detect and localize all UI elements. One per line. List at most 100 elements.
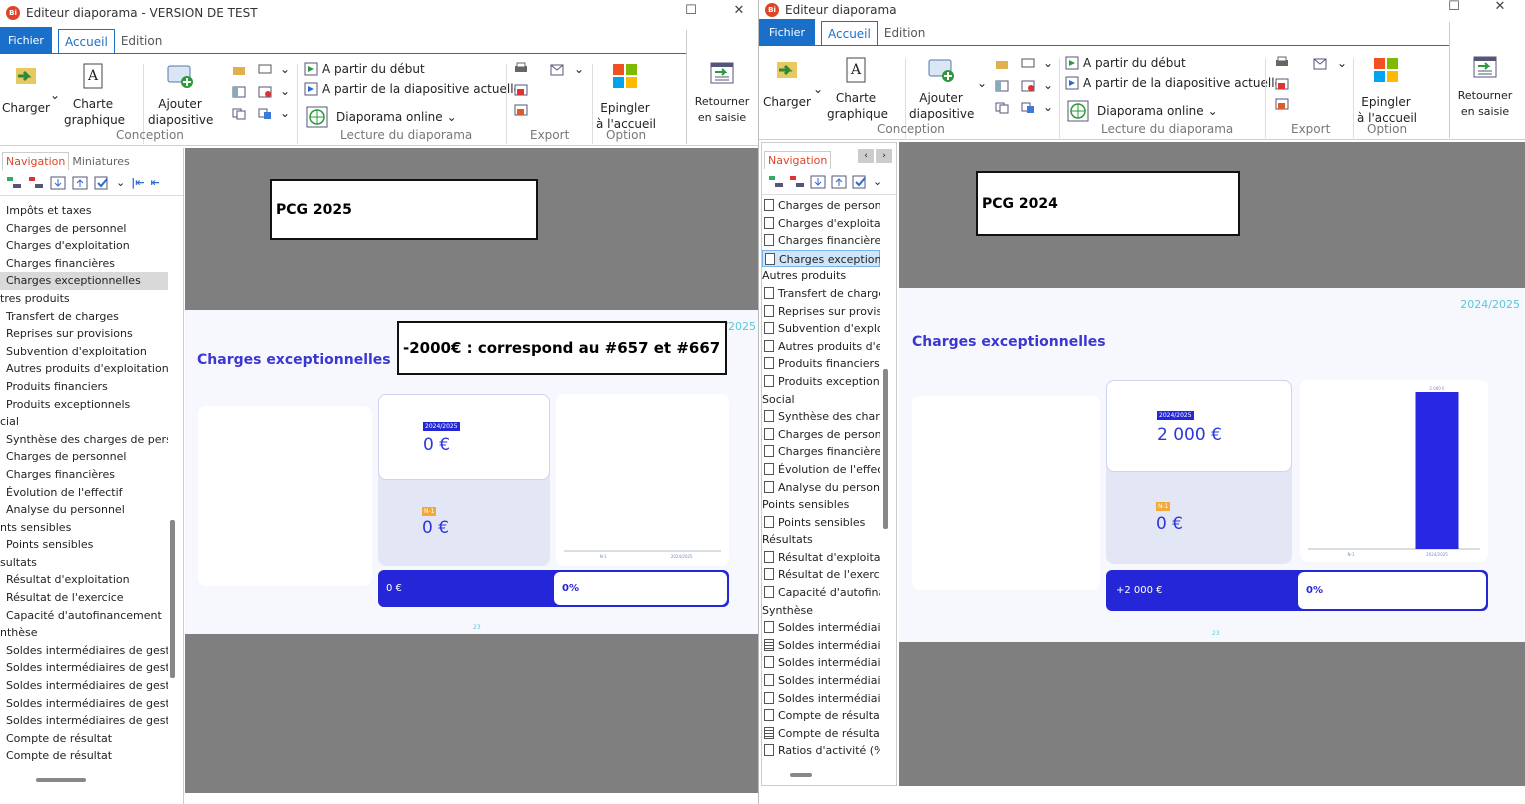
- tab-navigation[interactable]: Navigation: [2, 152, 70, 170]
- dropdown-icon[interactable]: ⌄: [1043, 100, 1053, 114]
- pdf-export-icon[interactable]: [1275, 78, 1289, 90]
- nav-item[interactable]: Évolution de l'effectif: [0, 484, 168, 502]
- pdf-export-icon[interactable]: [514, 84, 528, 96]
- email-export-icon[interactable]: [550, 64, 564, 76]
- nav-item[interactable]: Synthèse des charges de perso: [0, 431, 168, 449]
- tab-fichier[interactable]: Fichier: [0, 27, 52, 53]
- nav-item[interactable]: Reprises sur provis: [762, 303, 880, 321]
- nav-item[interactable]: Charges de personnel: [0, 220, 168, 238]
- nav-item[interactable]: Produits exceptionnels: [0, 396, 168, 414]
- charger-button[interactable]: Charger: [763, 56, 811, 110]
- nav-item[interactable]: cial: [0, 413, 168, 431]
- nav-item[interactable]: Points sensibles: [762, 514, 880, 532]
- charger-dropdown[interactable]: ⌄: [50, 88, 60, 102]
- charger-dropdown[interactable]: ⌄: [813, 82, 823, 96]
- vertical-scrollbar[interactable]: [883, 369, 888, 529]
- nav-item[interactable]: Compte de résulta: [762, 707, 880, 725]
- nav-item[interactable]: Résultat de l'exerc: [762, 566, 880, 584]
- nav-item[interactable]: Soldes intermédiaires de gesti: [0, 642, 168, 660]
- epingler-button[interactable]: Epingler à l'accueil: [596, 62, 656, 132]
- copy-icon[interactable]: [995, 102, 1009, 114]
- nav-item[interactable]: Soldes intermédiaires de gesti: [0, 677, 168, 695]
- delete-slide-icon[interactable]: [1021, 80, 1035, 92]
- move-down-icon[interactable]: [50, 176, 66, 190]
- nav-item[interactable]: Résultats: [762, 531, 880, 549]
- nav-item[interactable]: Transfert de charge: [762, 285, 880, 303]
- nav-item[interactable]: Impôts et taxes: [0, 202, 168, 220]
- tab-accueil[interactable]: Accueil: [821, 21, 878, 45]
- apartir-actuelle-button[interactable]: A partir de la diapositive actuelle: [304, 82, 521, 96]
- copy-icon[interactable]: [232, 108, 246, 120]
- ppt-export-icon[interactable]: [1275, 98, 1289, 110]
- nav-item[interactable]: Produits exception: [762, 373, 880, 391]
- collapse-icon[interactable]: ⇤: [150, 176, 159, 189]
- nav-item[interactable]: Charges d'exploita: [762, 215, 880, 233]
- apartir-actuelle-button[interactable]: A partir de la diapositive actuelle: [1065, 76, 1282, 90]
- nav-item[interactable]: Évolution de l'effec: [762, 461, 880, 479]
- retourner-saisie-button[interactable]: Retourner en saisie: [692, 60, 752, 126]
- nav-item[interactable]: Charges de person: [762, 197, 880, 215]
- nav-item[interactable]: Charges de person: [762, 426, 880, 444]
- close-button[interactable]: ✕: [732, 4, 746, 18]
- nav-item[interactable]: Charges exceptionnelles: [0, 272, 168, 290]
- folder-icon[interactable]: [232, 64, 246, 76]
- layout-icon[interactable]: [995, 80, 1009, 92]
- maximize-button[interactable]: ☐: [1447, 0, 1461, 14]
- chevron-down-icon[interactable]: ⌄: [116, 176, 125, 189]
- nav-item[interactable]: Soldes intermédiaires de gesti: [0, 695, 168, 713]
- apartir-debut-button[interactable]: A partir du début: [304, 62, 425, 76]
- nav-item[interactable]: Capacité d'autofina: [762, 584, 880, 602]
- delete-slide-icon[interactable]: [258, 86, 272, 98]
- dropdown-icon[interactable]: ⌄: [280, 62, 290, 76]
- close-button[interactable]: ✕: [1493, 0, 1507, 14]
- nav-item[interactable]: Soldes intermédiai: [762, 637, 880, 655]
- nav-item[interactable]: Compte de résultat: [0, 747, 168, 765]
- add-node-icon[interactable]: [768, 175, 784, 189]
- translate-icon[interactable]: [258, 108, 272, 120]
- horizontal-scrollbar[interactable]: [790, 773, 812, 777]
- ppt-export-icon[interactable]: [514, 104, 528, 116]
- collapse-all-icon[interactable]: |⇤: [131, 176, 144, 189]
- dropdown-icon[interactable]: ⌄: [280, 84, 290, 98]
- nav-item[interactable]: Charges financières: [0, 466, 168, 484]
- layout-icon[interactable]: [232, 86, 246, 98]
- nav-item[interactable]: Autres produits: [762, 267, 880, 285]
- print-icon[interactable]: [514, 62, 528, 74]
- nav-item[interactable]: Capacité d'autofinancement: [0, 607, 168, 625]
- slide[interactable]: 2024/2025 Charges exceptionnelles 2024/2…: [899, 288, 1525, 642]
- remove-node-icon[interactable]: [28, 176, 44, 190]
- email-export-icon[interactable]: [1313, 58, 1327, 70]
- nav-item[interactable]: Soldes intermédiai: [762, 619, 880, 637]
- folder-icon[interactable]: [995, 58, 1009, 70]
- move-up-icon[interactable]: [831, 175, 847, 189]
- check-icon[interactable]: [852, 175, 868, 189]
- nav-item[interactable]: Synthèse: [762, 602, 880, 620]
- nav-item[interactable]: Produits financiers: [0, 378, 168, 396]
- dropdown-icon[interactable]: ⌄: [574, 62, 584, 76]
- nav-item[interactable]: Résultat d'exploita: [762, 549, 880, 567]
- nav-item[interactable]: Soldes intermédiai: [762, 654, 880, 672]
- ajouter-diapositive-button[interactable]: Ajouter diapositive: [148, 62, 213, 128]
- tab-edition[interactable]: Edition: [115, 29, 169, 53]
- horizontal-scrollbar[interactable]: [36, 778, 86, 782]
- nav-item[interactable]: Transfert de charges: [0, 308, 168, 326]
- chevron-right-icon[interactable]: ›: [876, 149, 892, 163]
- nav-item[interactable]: Compte de résulta: [762, 725, 880, 743]
- nav-item[interactable]: Charges exception: [762, 249, 880, 268]
- comment-icon[interactable]: [258, 64, 272, 76]
- nav-item[interactable]: Résultat d'exploitation: [0, 571, 168, 589]
- nav-item[interactable]: nthèse: [0, 624, 168, 642]
- print-icon[interactable]: [1275, 56, 1289, 68]
- remove-node-icon[interactable]: [789, 175, 805, 189]
- check-icon[interactable]: [94, 176, 110, 190]
- ajouter-diapositive-button[interactable]: Ajouter diapositive: [909, 56, 974, 122]
- dropdown-icon[interactable]: ⌄: [1043, 56, 1053, 70]
- nav-item[interactable]: Autres produits d'exploitation: [0, 360, 168, 378]
- nav-item[interactable]: Produits financiers: [762, 355, 880, 373]
- charte-graphique-button[interactable]: A Charte graphique: [827, 56, 888, 122]
- charte-graphique-button[interactable]: A Charte graphique: [64, 62, 125, 128]
- nav-item[interactable]: Autres produits d'e: [762, 338, 880, 356]
- epingler-button[interactable]: Epingler à l'accueil: [1357, 56, 1417, 126]
- nav-item[interactable]: sultats: [0, 554, 168, 572]
- tab-fichier[interactable]: Fichier: [759, 19, 815, 45]
